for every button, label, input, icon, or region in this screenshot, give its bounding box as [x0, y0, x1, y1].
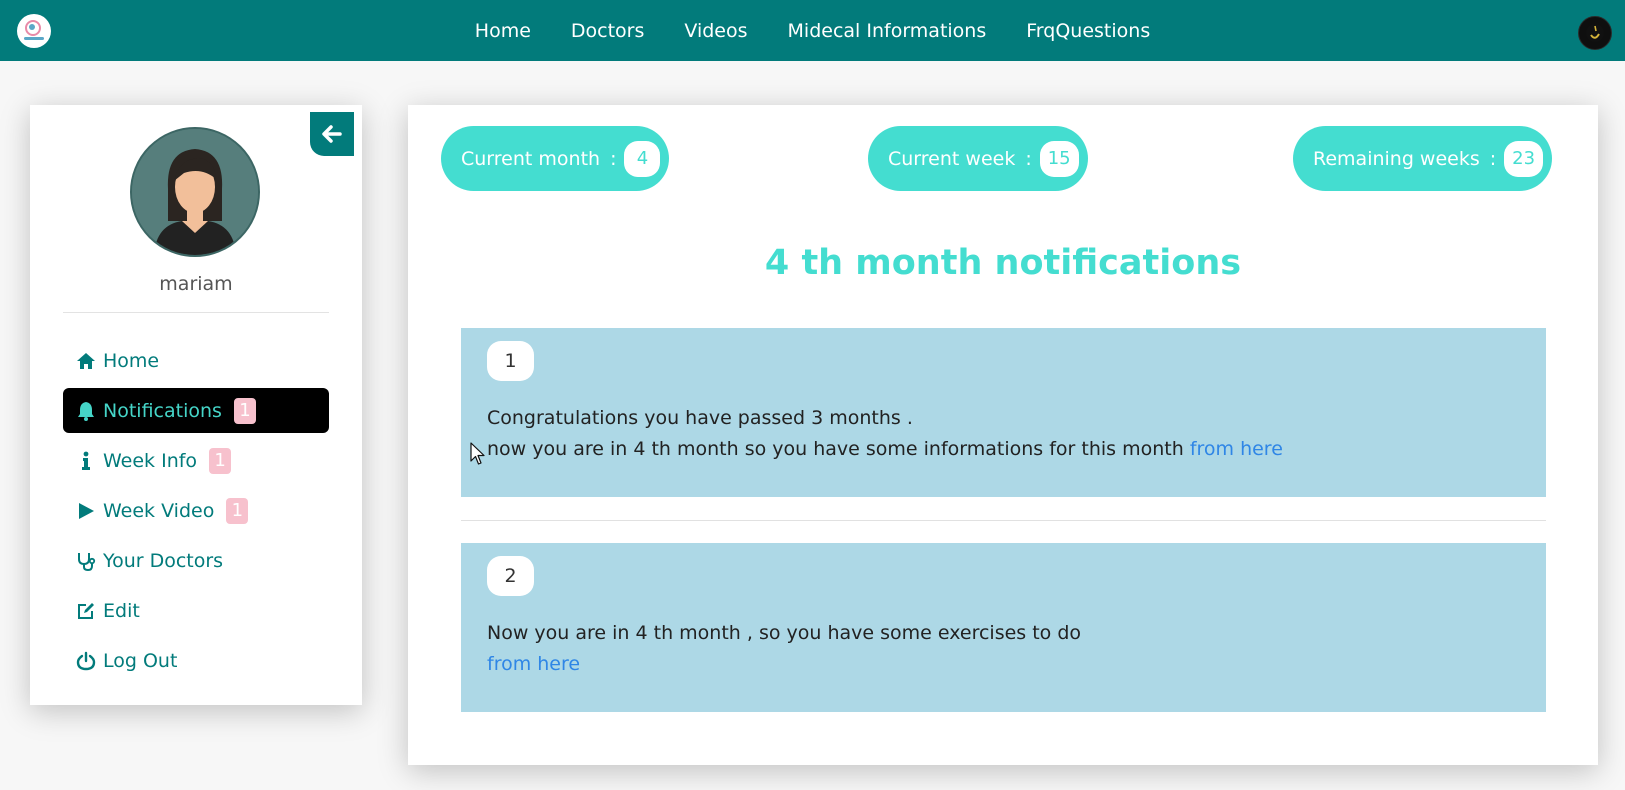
- notification-line: Now you are in 4 th month , so you have …: [487, 622, 1082, 644]
- user-avatar-icon: [1586, 24, 1604, 42]
- sidebar-item-label: Week Info: [103, 449, 198, 472]
- play-icon: [75, 500, 97, 522]
- power-icon: [75, 650, 97, 672]
- nav-links: Home Doctors Videos Midecal Informations…: [0, 0, 1625, 61]
- notification-text: Congratulations you have passed 3 months…: [487, 403, 1283, 465]
- notification-card: 2 Now you are in 4 th month , so you hav…: [461, 543, 1546, 712]
- remaining-weeks-value: 23: [1504, 140, 1544, 177]
- current-week-value: 15: [1039, 140, 1079, 177]
- sidebar-item-label: Your Doctors: [103, 549, 224, 572]
- week-video-count-badge: 1: [226, 497, 249, 524]
- info-icon: [75, 450, 97, 472]
- collapse-sidebar-button[interactable]: [310, 112, 354, 156]
- current-month-pill: Current month : 4: [441, 126, 670, 191]
- nav-link-medical-informations[interactable]: Midecal Informations: [788, 20, 987, 42]
- nav-link-home[interactable]: Home: [475, 20, 531, 42]
- sidebar-item-week-video[interactable]: Week Video 1: [63, 488, 329, 533]
- sidebar-item-label: Notifications: [103, 399, 222, 422]
- sidebar-item-label: Week Video: [103, 499, 215, 522]
- sidebar-item-label: Home: [103, 349, 160, 372]
- stat-label: Current month: [461, 147, 601, 170]
- stat-separator: :: [1489, 147, 1497, 170]
- notification-count-badge: 1: [233, 397, 256, 424]
- sidebar-item-home[interactable]: Home: [63, 338, 329, 383]
- sidebar-item-week-info[interactable]: Week Info 1: [63, 438, 329, 483]
- user-menu-avatar[interactable]: [1578, 16, 1612, 50]
- from-here-link[interactable]: from here: [1190, 438, 1283, 460]
- nav-link-faq[interactable]: FrqQuestions: [1026, 20, 1150, 42]
- stat-label: Remaining weeks: [1313, 147, 1480, 170]
- stethoscope-icon: [75, 550, 97, 572]
- nav-link-doctors[interactable]: Doctors: [571, 20, 645, 42]
- sidebar-item-your-doctors[interactable]: Your Doctors: [63, 538, 329, 583]
- remaining-weeks-pill: Remaining weeks : 23: [1293, 126, 1553, 191]
- sidebar-item-log-out[interactable]: Log Out: [63, 638, 329, 683]
- notification-number: 1: [487, 341, 534, 381]
- profile-name: mariam: [159, 273, 233, 295]
- stat-separator: :: [1025, 147, 1032, 170]
- notification-line-text: now you are in 4 th month so you have so…: [487, 438, 1184, 460]
- profile-avatar: [130, 127, 260, 257]
- sidebar-item-edit[interactable]: Edit: [63, 588, 329, 633]
- arrow-left-icon: [322, 125, 342, 143]
- profile-picture: [132, 129, 258, 255]
- sidebar-item-label: Edit: [103, 599, 140, 622]
- from-here-link[interactable]: from here: [487, 649, 1081, 680]
- sidebar-item-label: Log Out: [103, 649, 178, 672]
- home-icon: [75, 350, 97, 372]
- sidebar-menu: Home Notifications 1 Week Info 1 Week Vi…: [63, 338, 329, 688]
- edit-icon: [75, 600, 97, 622]
- nav-link-videos[interactable]: Videos: [684, 20, 747, 42]
- notification-text: Now you are in 4 th month , so you have …: [487, 618, 1081, 680]
- sidebar-divider: [63, 312, 329, 313]
- mouse-cursor-icon: [470, 442, 485, 465]
- current-month-value: 4: [624, 140, 661, 177]
- notification-line: now you are in 4 th month so you have so…: [487, 434, 1283, 465]
- notification-line: Congratulations you have passed 3 months…: [487, 407, 913, 429]
- top-navbar: Home Doctors Videos Midecal Informations…: [0, 0, 1625, 61]
- week-info-count-badge: 1: [209, 447, 232, 474]
- main-content: Current month : 4 Current week : 15 Rema…: [408, 105, 1598, 765]
- notification-number: 2: [487, 556, 534, 596]
- notification-card: 1 Congratulations you have passed 3 mont…: [461, 328, 1546, 497]
- section-title: 4 th month notifications: [764, 243, 1242, 283]
- sidebar-item-notifications[interactable]: Notifications 1: [63, 388, 329, 433]
- stat-separator: :: [610, 147, 617, 170]
- bell-icon: [75, 400, 97, 422]
- notification-divider: [461, 520, 1546, 521]
- stat-label: Current week: [888, 147, 1016, 170]
- sidebar: mariam Home Notifications 1 Week Info 1: [30, 105, 362, 705]
- current-week-pill: Current week : 15: [868, 126, 1088, 191]
